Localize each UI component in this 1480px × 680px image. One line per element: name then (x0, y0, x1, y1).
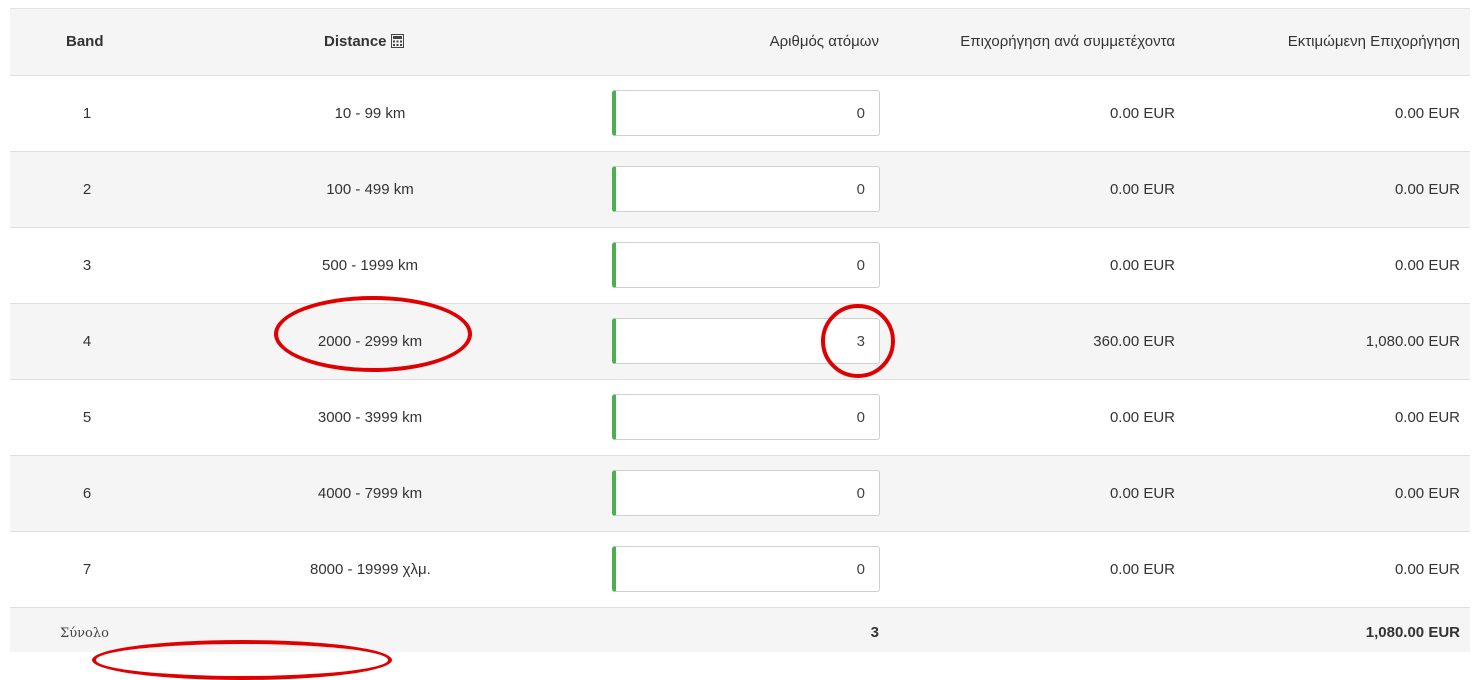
estimated-grant-cell: 0.00 EUR (1394, 257, 1460, 274)
table-footer: Σύνολο 3 1,080.00 EUR (10, 608, 1470, 652)
grant-per-cell: 360.00 EUR (1093, 333, 1175, 350)
band-cell: 6 (82, 485, 92, 502)
table-body: 1 10 - 99 km 0.00 EUR 0.00 EUR 2 100 - 4… (10, 76, 1470, 608)
total-persons: 3 (870, 624, 879, 641)
band-cell: 5 (82, 409, 92, 426)
distance-cell: 4000 - 7999 km (317, 485, 423, 502)
grant-per-cell: 0.00 EUR (1109, 409, 1175, 426)
band-cell: 2 (82, 181, 92, 198)
table-row: 6 4000 - 7999 km 0.00 EUR 0.00 EUR (10, 456, 1470, 532)
persons-input[interactable] (612, 470, 880, 516)
distance-cell: 500 - 1999 km (322, 257, 418, 274)
grant-table: Band Distance Αριθμός ατόμων Επιχορήγηση… (10, 8, 1470, 652)
distance-cell: 100 - 499 km (326, 181, 414, 198)
estimated-grant-cell: 0.00 EUR (1394, 485, 1460, 502)
header-grant-per-participant: Επιχορήγηση ανά συμμετέχοντα (960, 33, 1175, 50)
table-row: 4 2000 - 2999 km 360.00 EUR 1,080.00 EUR (10, 304, 1470, 380)
total-label: Σύνολο (60, 626, 109, 641)
distance-cell: 3000 - 3999 km (317, 409, 423, 426)
table-row: 3 500 - 1999 km 0.00 EUR 0.00 EUR (10, 228, 1470, 304)
header-persons: Αριθμός ατόμων (769, 33, 879, 50)
estimated-grant-cell: 0.00 EUR (1394, 561, 1460, 578)
header-distance-label: Distance (324, 33, 387, 50)
estimated-grant-cell: 1,080.00 EUR (1365, 333, 1460, 350)
grant-per-cell: 0.00 EUR (1109, 561, 1175, 578)
header-estimated-grant: Εκτιμώμενη Επιχορήγηση (1287, 33, 1460, 50)
table-header: Band Distance Αριθμός ατόμων Επιχορήγηση… (10, 8, 1470, 76)
estimated-grant-cell: 0.00 EUR (1394, 181, 1460, 198)
band-cell: 4 (82, 333, 92, 350)
persons-input[interactable] (612, 318, 880, 364)
grant-per-cell: 0.00 EUR (1109, 105, 1175, 122)
persons-input[interactable] (612, 394, 880, 440)
distance-cell: 8000 - 19999 χλμ. (310, 561, 431, 578)
persons-input[interactable] (612, 166, 880, 212)
band-cell: 1 (82, 105, 92, 122)
grant-per-cell: 0.00 EUR (1109, 257, 1175, 274)
distance-cell: 2000 - 2999 km (317, 333, 423, 350)
header-band: Band (66, 33, 104, 50)
estimated-grant-cell: 0.00 EUR (1394, 409, 1460, 426)
band-cell: 7 (82, 561, 92, 578)
table-row: 5 3000 - 3999 km 0.00 EUR 0.00 EUR (10, 380, 1470, 456)
distance-cell: 10 - 99 km (334, 105, 406, 122)
persons-input[interactable] (612, 546, 880, 592)
table-row: 2 100 - 499 km 0.00 EUR 0.00 EUR (10, 152, 1470, 228)
estimated-grant-cell: 0.00 EUR (1394, 105, 1460, 122)
persons-input[interactable] (612, 90, 880, 136)
table-row: 1 10 - 99 km 0.00 EUR 0.00 EUR (10, 76, 1470, 152)
grant-per-cell: 0.00 EUR (1109, 181, 1175, 198)
calculator-icon[interactable] (390, 34, 404, 48)
table-row: 7 8000 - 19999 χλμ. 0.00 EUR 0.00 EUR (10, 532, 1470, 608)
total-grant: 1,080.00 EUR (1365, 624, 1460, 641)
persons-input[interactable] (612, 242, 880, 288)
band-cell: 3 (82, 257, 92, 274)
header-distance: Distance (324, 33, 404, 50)
grant-per-cell: 0.00 EUR (1109, 485, 1175, 502)
